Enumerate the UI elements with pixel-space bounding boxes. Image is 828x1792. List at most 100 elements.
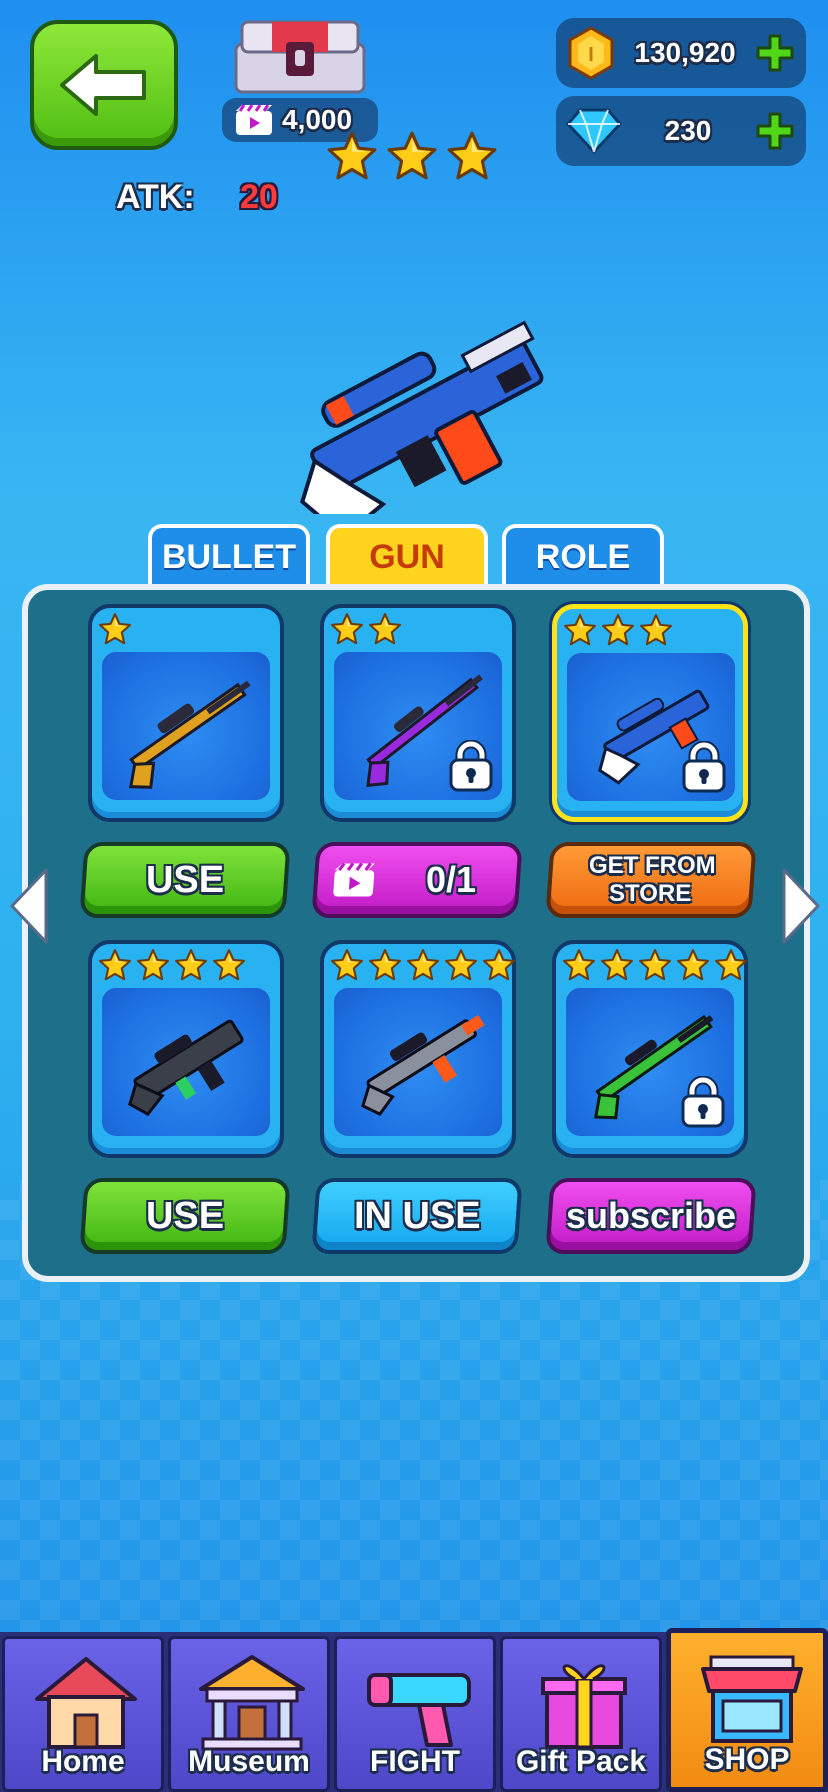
card-stars [562,948,748,982]
shop-icon [701,1655,803,1743]
gem-amount: 230 [664,115,712,146]
lock-icon [681,741,727,793]
lock-icon [448,740,494,792]
star-icon [406,948,440,982]
star-icon [98,612,132,646]
gem-counter: 230 [556,96,806,166]
star-icon [330,948,364,982]
star-icon [98,948,132,982]
next-page-arrow-icon[interactable] [778,866,824,946]
weapon-card-4[interactable] [88,940,284,1158]
lock-icon [680,1076,726,1128]
use-button[interactable]: USE [79,842,291,918]
star-icon [638,948,672,982]
star-icon [563,613,597,647]
tab-gun-label: GUN [369,537,445,576]
watch-ad-button[interactable]: 0/1 [311,842,523,918]
tab-role-label: ROLE [535,537,631,576]
weapon-image-slot [567,653,735,801]
star-icon [174,948,208,982]
weapon-card-3[interactable] [552,604,748,822]
tab-gun[interactable]: GUN [326,524,488,586]
weapon-card-1[interactable] [88,604,284,822]
weapon-card-6[interactable] [552,940,748,1158]
nav-fight-label: FIGHT [370,1745,460,1778]
in-use-label: IN USE [353,1194,481,1237]
featured-gun-icon [300,320,544,514]
star-icon [368,612,402,646]
previous-page-arrow-icon[interactable] [6,866,52,946]
star-icon [600,948,634,982]
nav-shop[interactable]: SHOP [666,1628,828,1792]
in-use-button[interactable]: IN USE [311,1178,523,1254]
assault-rifle-dark-icon [128,1019,244,1117]
card-stars [563,613,673,647]
gold-amount: 130,920 [634,37,736,68]
star-icon [446,130,498,182]
nav-museum-label: Museum [188,1745,310,1778]
star-icon [639,613,673,647]
star-icon [444,948,478,982]
nav-fight[interactable]: FIGHT [334,1636,496,1792]
museum-icon [199,1655,305,1751]
tab-role[interactable]: ROLE [502,524,664,586]
subscribe-button[interactable]: subscribe [545,1178,757,1254]
star-icon [482,948,516,982]
atk-label: ATK: [116,178,195,216]
weapon-image-slot [102,652,270,800]
gift-icon [541,1664,627,1749]
star-icon [562,948,596,982]
star-icon [212,948,246,982]
blaster-icon [367,1673,471,1747]
get-from-store-label-1: GET FROM [588,852,716,879]
nav-home[interactable]: Home [2,1636,164,1792]
star-icon [676,948,710,982]
star-icon [368,948,402,982]
star-icon [386,130,438,182]
weapon-card-2[interactable] [320,604,516,822]
weapon-image-slot [566,988,734,1136]
weapon-image-slot [334,652,502,800]
get-from-store-label-2: STORE [608,880,692,907]
weapon-image-slot [102,988,270,1136]
star-icon [714,948,748,982]
video-ad-icon [331,861,378,899]
chest-icon[interactable] [232,16,368,96]
nav-home-label: Home [41,1745,125,1778]
sniper-rifle-gold-icon [129,680,251,789]
add-gem-button[interactable] [754,110,796,152]
nav-shop-label: SHOP [704,1743,790,1776]
weapon-image-slot [334,988,502,1136]
tab-bullet[interactable]: BULLET [148,524,310,586]
nav-gift-pack-label: Gift Pack [515,1745,647,1778]
star-icon [330,612,364,646]
ad-progress-label: 0/1 [425,859,476,900]
use-button-label: USE [145,858,225,901]
weapon-card-5[interactable] [320,940,516,1158]
subscribe-label: subscribe [565,1195,737,1236]
video-ad-icon [234,103,274,137]
star-icon [601,613,635,647]
bottom-nav: Home Museum FIGHT Gift Pack SHOP [0,1628,828,1792]
gold-coin-icon: I [568,26,614,80]
nav-museum[interactable]: Museum [168,1636,330,1792]
star-icon [326,130,378,182]
nav-gift-pack[interactable]: Gift Pack [500,1636,662,1792]
use-button-label: USE [145,1194,225,1237]
house-icon [35,1657,137,1749]
back-arrow-icon [60,54,146,116]
weapon-rarity-stars [326,130,498,182]
gold-counter: I 130,920 [556,18,806,88]
card-stars [330,612,402,646]
diamond-icon [566,108,622,154]
card-stars [330,948,516,982]
svg-text:I: I [588,44,594,66]
star-icon [136,948,170,982]
back-button[interactable] [30,20,178,150]
card-stars [98,612,132,646]
add-gold-button[interactable] [754,32,796,74]
use-button[interactable]: USE [79,1178,291,1254]
sniper-rifle-grey-icon [361,1014,485,1117]
atk-value: 20 [240,178,278,216]
get-from-store-button[interactable]: GET FROM STORE [545,842,757,918]
